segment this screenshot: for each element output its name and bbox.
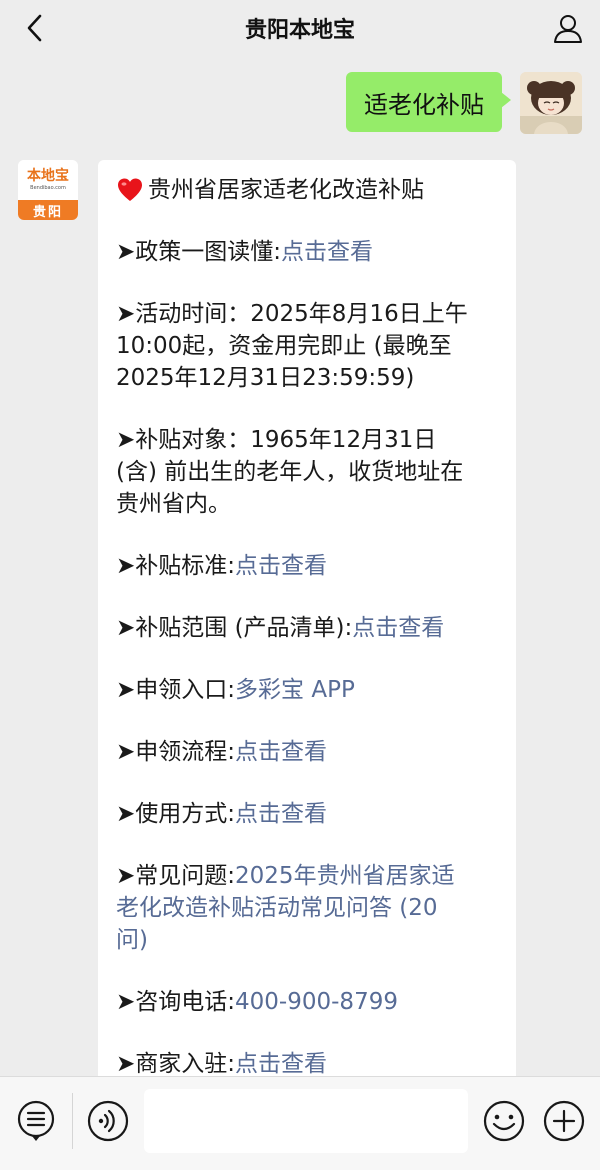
logo-city: 贵阳	[18, 200, 78, 220]
standard-label: ➤补贴标准:	[116, 553, 236, 579]
time-line-3: 2025年12月31日23:59:59)	[116, 365, 415, 391]
scope-item: ➤补贴范围 (产品清单):点击查看	[116, 612, 500, 644]
policy-item: ➤政策一图读懂:点击查看	[116, 236, 500, 268]
policy-link[interactable]: 点击查看	[281, 239, 373, 265]
user-avatar-image	[520, 72, 582, 134]
faq-item: ➤常见问题:2025年贵州省居家适 老化改造补贴活动常见问答 (20 问)	[116, 860, 500, 956]
logo-subtext: Bendibao.com	[30, 185, 66, 191]
process-item: ➤申领流程:点击查看	[116, 736, 500, 768]
user-avatar[interactable]	[520, 72, 582, 134]
plus-icon	[543, 1100, 585, 1142]
message-input[interactable]	[144, 1089, 468, 1153]
usage-label: ➤使用方式:	[116, 801, 236, 827]
faq-label: ➤常见问题:	[116, 863, 236, 889]
bendibao-logo: 本地宝 Bendibao.com	[18, 160, 78, 200]
chat-title: 贵阳本地宝	[244, 18, 355, 43]
message-title-text: 贵州省居家适老化改造补贴	[148, 177, 424, 203]
outgoing-text: 适老化补贴	[364, 90, 484, 119]
target-line-2: (含) 前出生的老年人，收货地址在	[116, 459, 464, 485]
time-line-1: ➤活动时间：2025年8月16日上午	[116, 301, 468, 327]
back-button[interactable]	[14, 8, 54, 48]
chat-info-button[interactable]	[548, 8, 588, 48]
process-link[interactable]: 点击查看	[235, 739, 327, 765]
usage-item: ➤使用方式:点击查看	[116, 798, 500, 830]
policy-label: ➤政策一图读懂:	[116, 239, 282, 265]
entry-label: ➤申领入口:	[116, 677, 236, 703]
emoji-button[interactable]	[482, 1099, 526, 1143]
merchant-label: ➤商家入驻:	[116, 1051, 236, 1077]
voice-button[interactable]	[86, 1099, 130, 1143]
process-label: ➤申领流程:	[116, 739, 236, 765]
entry-link[interactable]: 多彩宝 APP	[235, 677, 355, 703]
entry-item: ➤申领入口:多彩宝 APP	[116, 674, 500, 706]
faq-link-2[interactable]: 老化改造补贴活动常见问答 (20	[116, 895, 438, 921]
phone-item: ➤咨询电话:400-900-8799	[116, 986, 500, 1018]
chevron-left-icon	[27, 14, 42, 42]
standard-item: ➤补贴标准:点击查看	[116, 550, 500, 582]
heart-icon	[118, 178, 142, 201]
target-line-1: ➤补贴对象：1965年12月31日	[116, 427, 437, 453]
target-line-3: 贵州省内。	[116, 491, 231, 517]
person-icon	[554, 15, 582, 43]
bot-avatar[interactable]: 本地宝 Bendibao.com 贵阳	[18, 160, 78, 220]
outgoing-message: 适老化补贴	[346, 72, 582, 134]
incoming-bubble: 贵州省居家适老化改造补贴 ➤政策一图读懂:点击查看 ➤活动时间：2025年8月1…	[98, 160, 516, 1090]
smiley-icon	[483, 1100, 525, 1142]
time-item: ➤活动时间：2025年8月16日上午 10:00起，资金用完即止 (最晚至 20…	[116, 298, 500, 394]
merchant-link[interactable]: 点击查看	[235, 1051, 327, 1077]
faq-link-1[interactable]: 2025年贵州省居家适	[235, 863, 455, 889]
scope-label: ➤补贴范围 (产品清单):	[116, 615, 353, 641]
bar-divider	[72, 1093, 73, 1149]
logo-text: 本地宝	[27, 168, 69, 184]
target-item: ➤补贴对象：1965年12月31日 (含) 前出生的老年人，收货地址在 贵州省内…	[116, 424, 500, 520]
chat-header: 贵阳本地宝	[0, 0, 600, 56]
time-line-2: 10:00起，资金用完即止 (最晚至	[116, 333, 452, 359]
voice-icon	[87, 1100, 129, 1142]
phone-label: ➤咨询电话:	[116, 989, 236, 1015]
more-button[interactable]	[542, 1099, 586, 1143]
outgoing-bubble[interactable]: 适老化补贴	[346, 72, 511, 132]
faq-link-3[interactable]: 问)	[116, 927, 148, 953]
list-menu-icon	[17, 1100, 55, 1141]
input-bar	[0, 1076, 600, 1170]
standard-link[interactable]: 点击查看	[235, 553, 327, 579]
phone-link[interactable]: 400-900-8799	[235, 989, 398, 1015]
message-title: 贵州省居家适老化改造补贴	[116, 174, 500, 206]
scope-link[interactable]: 点击查看	[352, 615, 444, 641]
menu-button[interactable]	[14, 1099, 58, 1143]
usage-link[interactable]: 点击查看	[235, 801, 327, 827]
